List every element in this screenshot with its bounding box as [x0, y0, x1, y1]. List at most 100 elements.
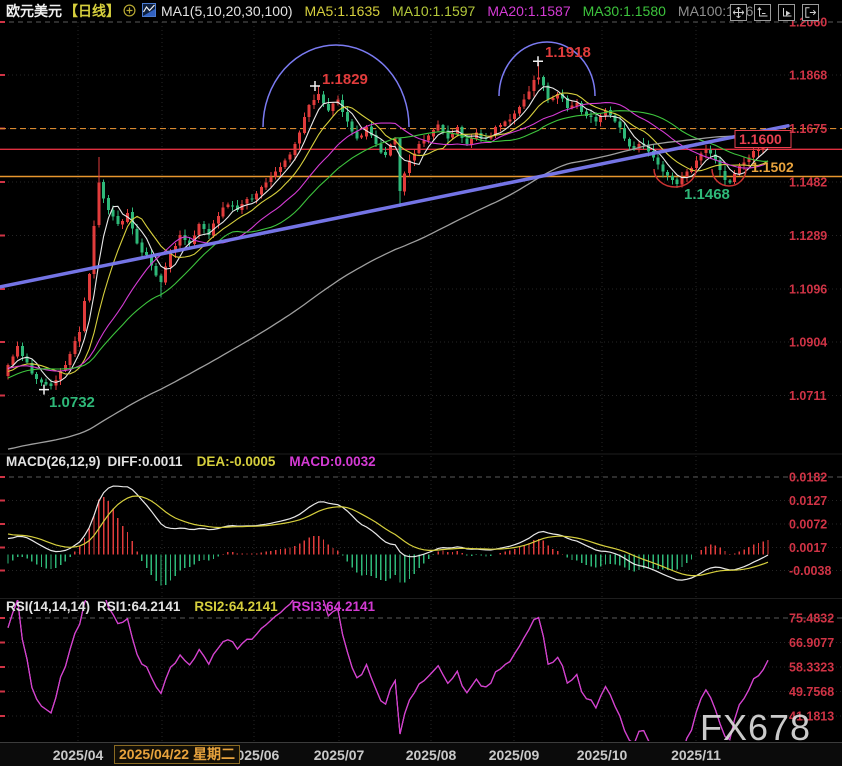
y-axis-tick-label: 1.1868 [789, 69, 827, 83]
candle-body [269, 177, 272, 182]
candle-body [145, 252, 148, 255]
exit-chart-icon[interactable] [802, 4, 819, 21]
candle-body [217, 216, 220, 224]
cross-marker [39, 385, 49, 395]
candle-body [16, 346, 19, 357]
candle-body [332, 104, 335, 111]
ellipse-annotation [712, 169, 746, 186]
candle-body [695, 160, 698, 167]
macd-title: MACD(26,12,9) [6, 454, 101, 469]
grid-layer [0, 22, 842, 741]
candle-body [274, 171, 277, 176]
candle-body [255, 194, 258, 200]
month-label: 2025/09 [489, 743, 540, 766]
y-axis-tick-label: -0.0038 [789, 564, 831, 578]
price-tag: 1.1502 [751, 159, 794, 175]
macd-histogram [8, 497, 768, 586]
candle-body [7, 365, 10, 376]
candle-body [590, 115, 593, 117]
add-indicator-icon[interactable] [123, 1, 136, 23]
y-axis-tick-label: 0.0017 [789, 541, 827, 555]
candle-body [432, 130, 435, 136]
candle-body [757, 149, 760, 151]
candle-body [752, 151, 755, 157]
candle-body [537, 77, 540, 79]
candle-body [657, 158, 660, 165]
y-axis-tick-label: 1.1096 [789, 282, 827, 296]
month-label: 2025/04 [53, 743, 104, 766]
price-tag: 1.1600 [739, 131, 782, 147]
y-axis-tick-label: 49.7568 [789, 685, 834, 699]
y-axis-tick-label: 0.0072 [789, 517, 827, 531]
price-annotation: 1.1829 [322, 71, 368, 88]
ma-values: MA5:1.1635MA10:1.1597MA20:1.1587MA30:1.1… [293, 3, 754, 19]
candle-body [265, 183, 268, 188]
annotation-layer: 1.18291.19181.07321.14681.16001.1502 [39, 42, 794, 411]
x-axis: 2025/042025/062025/072025/082025/092025/… [0, 742, 842, 766]
candle-body [231, 205, 234, 206]
candle-body [202, 224, 205, 229]
ma-line-5 [8, 87, 768, 383]
rsi2-value: RSI2:64.2141 [194, 599, 277, 614]
candle-body [733, 173, 736, 182]
macd-dea-value: DEA:-0.0005 [197, 454, 276, 469]
chart-type-icon[interactable] [142, 1, 156, 23]
month-label: 2025/08 [406, 743, 457, 766]
candle-body [279, 167, 282, 172]
candle-body [441, 125, 444, 131]
candle-body [155, 266, 158, 275]
candle-body [618, 122, 621, 128]
candle-body [542, 77, 545, 86]
x-axis-scale-icon[interactable] [778, 4, 795, 21]
candle-body [451, 134, 454, 138]
candle-body [222, 207, 225, 216]
candle-body [64, 365, 67, 370]
candle-body [308, 105, 311, 117]
y-axis-tick-label: 1.1675 [789, 122, 827, 136]
month-label: 2025/10 [577, 743, 628, 766]
candle-body [704, 149, 707, 153]
candle-body [102, 182, 105, 199]
candle-body [116, 216, 119, 224]
y-axis-tick-label: 1.1289 [789, 229, 827, 243]
candle-body [499, 125, 502, 127]
y-axis-tick-label: 0.0182 [789, 470, 827, 484]
rsi-pane-header: RSI(14,14,14)RSI1:64.2141RSI2:64.2141RSI… [6, 599, 375, 614]
y-axis-tick-label: 1.1482 [789, 175, 827, 189]
period-label[interactable]: 【日线】 [64, 3, 120, 19]
y-axis-tick-label: 1.0711 [789, 389, 827, 403]
pan-tool-icon[interactable] [730, 4, 747, 21]
ma-line-30 [8, 111, 768, 378]
chart-header: 欧元美元【日线】MA1(5,10,20,30,100)MA5:1.1635MA1… [0, 0, 842, 22]
candle-body [327, 104, 330, 110]
y-axis-scale-icon[interactable] [754, 4, 771, 21]
ma-indicator-label: MA1(5,10,20,30,100) [161, 3, 293, 19]
ma-value-label: MA20:1.1587 [487, 3, 570, 19]
candle-body [121, 221, 124, 224]
candle-body [594, 117, 597, 122]
candle-body [437, 124, 440, 130]
macd-dea-line [8, 496, 768, 576]
candle-body [107, 198, 110, 210]
candle-body [293, 144, 296, 155]
candle-body [728, 180, 731, 182]
macd-pane-header: MACD(26,12,9) DIFF:0.0011 DEA:-0.0005 MACD:… [6, 454, 376, 469]
candle-body [628, 139, 631, 146]
candle-body [508, 120, 511, 122]
candle-body [532, 80, 535, 91]
candle-body [384, 152, 387, 155]
candle-body [661, 165, 664, 172]
candle-body [312, 100, 315, 105]
candle-body [523, 100, 526, 107]
candle-body [528, 91, 531, 98]
candle-body [159, 275, 162, 282]
ellipse-annotation [654, 169, 696, 187]
candle-body [73, 341, 76, 354]
macd-bar-value: MACD:0.0032 [289, 454, 375, 469]
candle-body [418, 144, 421, 153]
price-chart-canvas[interactable]: 1.18291.19181.07321.14681.16001.15021.20… [0, 0, 842, 766]
rsi1-value: RSI1:64.2141 [97, 599, 180, 614]
macd-diff-value: DIFF:0.0011 [108, 454, 183, 469]
chart-toolbar [727, 2, 819, 19]
candle-body [551, 98, 554, 100]
